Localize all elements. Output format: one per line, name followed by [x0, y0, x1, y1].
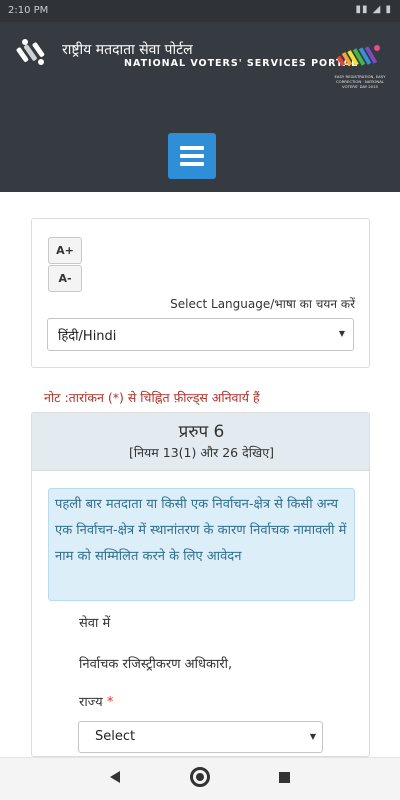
to-label: सेवा में	[79, 616, 111, 631]
dropdown-caret-icon: ▼	[338, 329, 345, 338]
state-label: राज्य *	[79, 692, 113, 710]
eci-logo-icon	[16, 39, 45, 65]
form-6-card: प्ररुप 6 [नियम 13(1) और 26 देखिए] पहली ब…	[31, 412, 370, 757]
hamburger-menu-button[interactable]	[168, 133, 216, 179]
status-indicators: ▮▮ ◢ ▮	[355, 4, 392, 15]
state-label-text: राज्य	[79, 695, 103, 710]
status-bar: 2:10 PM ▮▮ ◢ ▮	[0, 0, 400, 22]
back-triangle-icon[interactable]	[110, 771, 120, 783]
portal-title-english: NATIONAL VOTERS' SERVICES PORTAL	[124, 58, 359, 69]
site-header: राष्ट्रीय मतदाता सेवा पोर्टल NATIONAL VO…	[0, 22, 400, 192]
mandatory-fields-note: नोट :तारांकन (*) से चिह्नित फ़ील्ड्स अनि…	[44, 390, 260, 405]
voters-day-logo-text: EASY REGISTRATION, EASY CORRECTION · NAT…	[334, 74, 386, 89]
language-select[interactable]: हिंदी/Hindi ▼	[47, 318, 354, 351]
font-decrease-button[interactable]: A-	[48, 265, 82, 292]
state-select-value: Select	[95, 729, 136, 744]
required-marker: *	[106, 695, 114, 710]
system-nav-bar	[0, 757, 400, 800]
form-title: प्ररुप 6	[178, 422, 225, 442]
portal-title-hindi: राष्ट्रीय मतदाता सेवा पोर्टल	[62, 42, 193, 58]
form-info-alert: पहली बार मतदाता या किसी एक निर्वाचन-क्षे…	[48, 488, 355, 601]
home-circle-icon[interactable]	[190, 767, 210, 787]
font-increase-button[interactable]: A+	[48, 237, 82, 264]
form-subtitle: [नियम 13(1) और 26 देखिए]	[129, 445, 274, 460]
recents-square-icon[interactable]	[279, 772, 290, 783]
form-header: प्ररुप 6 [नियम 13(1) और 26 देखिए]	[32, 413, 369, 471]
language-panel: A+ A- Select Language/भाषा का चयन करें ह…	[31, 218, 370, 368]
registration-officer-label: निर्वाचक रजिस्ट्रीकरण अधिकारी,	[79, 657, 233, 672]
status-time: 2:10 PM	[8, 5, 49, 16]
state-select[interactable]: Select ▼	[78, 721, 323, 753]
voters-day-logo-icon	[336, 45, 380, 67]
language-select-value: हिंदी/Hindi	[58, 329, 117, 344]
language-select-label: Select Language/भाषा का चयन करें	[170, 297, 355, 311]
dropdown-caret-icon: ▼	[309, 732, 316, 741]
